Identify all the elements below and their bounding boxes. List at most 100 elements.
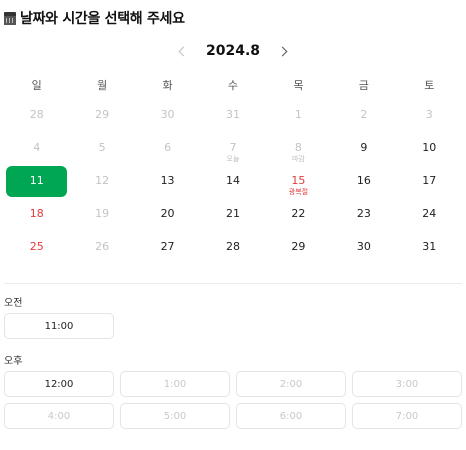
calendar-icon	[4, 11, 16, 25]
day-number: 16	[356, 174, 371, 187]
calendar-day[interactable]: 23	[331, 198, 396, 231]
page-header: 날짜와 시간을 선택해 주세요	[4, 9, 185, 27]
day-number: 31	[225, 108, 240, 121]
day-number: 3	[425, 108, 433, 121]
calendar-day: 26	[69, 231, 134, 264]
weekday-label: 수	[227, 79, 239, 92]
calendar-day[interactable]: 31	[397, 231, 462, 264]
day-number: 25	[29, 240, 44, 253]
day-number: 29	[95, 108, 110, 121]
day-number: 26	[95, 240, 110, 253]
calendar-day[interactable]: 29	[266, 231, 331, 264]
calendar-day[interactable]: 15 광복절	[266, 165, 331, 198]
day-number: 22	[291, 207, 306, 220]
calendar-day[interactable]: 22	[266, 198, 331, 231]
calendar-day: 2	[331, 99, 396, 132]
time-slot-button: 7:00	[352, 403, 462, 429]
time-slot-button[interactable]: 12:00	[4, 371, 114, 397]
day-number: 29	[291, 240, 306, 253]
day-number: 12	[95, 174, 110, 187]
calendar-day: 6	[135, 132, 200, 165]
day-number: 2	[360, 108, 368, 121]
page-title: 날짜와 시간을 선택해 주세요	[20, 11, 185, 27]
month-label: 2024.8	[205, 43, 261, 59]
day-number: 18	[29, 207, 44, 220]
calendar-day: 12	[69, 165, 134, 198]
calendar-day[interactable]: 18	[4, 198, 69, 231]
calendar-day: 28	[4, 99, 69, 132]
weekday-label: 화	[162, 79, 173, 92]
am-label: 오전	[4, 298, 23, 309]
time-slot-button[interactable]: 11:00	[4, 313, 114, 339]
chevron-right-icon	[277, 46, 288, 56]
day-note: 마감	[291, 155, 305, 163]
day-note: 오늘	[226, 155, 240, 163]
calendar-day[interactable]: 25	[4, 231, 69, 264]
day-number: 1	[294, 108, 302, 121]
time-slot-button: 4:00	[4, 403, 114, 429]
divider	[4, 283, 462, 284]
time-slot-button: 2:00	[236, 371, 346, 397]
day-number: 28	[29, 108, 44, 121]
day-number: 5	[98, 141, 106, 154]
day-number: 7	[229, 141, 237, 154]
calendar-day: 31	[200, 99, 265, 132]
calendar-day[interactable]: 27	[135, 231, 200, 264]
calendar-day[interactable]: 16	[331, 165, 396, 198]
day-number: 31	[422, 240, 437, 253]
calendar-day: 5	[69, 132, 134, 165]
weekday-label: 일	[31, 79, 42, 92]
day-number: 10	[422, 141, 437, 154]
day-number: 23	[356, 207, 371, 220]
calendar-day-selected[interactable]: 11	[6, 166, 68, 197]
month-navigation: 2024.8	[0, 40, 466, 62]
calendar-day[interactable]: 28	[200, 231, 265, 264]
calendar-day[interactable]: 9	[331, 132, 396, 165]
calendar-day[interactable]: 14	[200, 165, 265, 198]
day-number: 11	[29, 174, 44, 187]
weekday-header: 일월화수목금토	[4, 78, 462, 94]
calendar-day[interactable]: 17	[397, 165, 462, 198]
day-number: 8	[294, 141, 302, 154]
calendar-day[interactable]: 21	[200, 198, 265, 231]
time-slot-button: 3:00	[352, 371, 462, 397]
calendar-day: 19	[69, 198, 134, 231]
day-number: 27	[160, 240, 175, 253]
weekday-label: 토	[424, 79, 435, 92]
time-slot-button: 6:00	[236, 403, 346, 429]
day-number: 28	[225, 240, 240, 253]
next-month-button[interactable]	[274, 41, 294, 61]
calendar-day: 4	[4, 132, 69, 165]
day-number: 17	[422, 174, 437, 187]
day-number: 24	[422, 207, 437, 220]
chevron-left-icon	[178, 46, 189, 56]
pm-label: 오후	[4, 356, 23, 367]
calendar-day[interactable]: 13	[135, 165, 200, 198]
day-number: 19	[95, 207, 110, 220]
weekday-label: 목	[293, 79, 304, 92]
calendar-day: 30	[135, 99, 200, 132]
calendar-day[interactable]: 24	[397, 198, 462, 231]
day-number: 4	[33, 141, 41, 154]
calendar-day[interactable]: 10	[397, 132, 462, 165]
day-number: 20	[160, 207, 175, 220]
day-number: 21	[225, 207, 240, 220]
prev-month-button[interactable]	[172, 41, 192, 61]
time-slot-button: 1:00	[120, 371, 230, 397]
calendar-day: 29	[69, 99, 134, 132]
day-note: 광복절	[288, 188, 309, 196]
calendar-day: 8 마감	[266, 132, 331, 165]
calendar-day[interactable]: 30	[331, 231, 396, 264]
calendar-day: 1	[266, 99, 331, 132]
day-number: 13	[160, 174, 175, 187]
time-slot-button: 5:00	[120, 403, 230, 429]
calendar-grid: 28 29 30 31 1 2 3 4 5 6 7 오늘 8 마감 9 10 11 12 13 14 15 광복절 16 17…	[4, 99, 462, 264]
weekday-label: 금	[358, 79, 369, 92]
day-number: 30	[160, 108, 175, 121]
weekday-label: 월	[97, 79, 108, 92]
day-number: 15	[291, 174, 306, 187]
day-number: 6	[164, 141, 172, 154]
day-number: 30	[356, 240, 371, 253]
calendar-day[interactable]: 20	[135, 198, 200, 231]
day-number: 9	[360, 141, 368, 154]
